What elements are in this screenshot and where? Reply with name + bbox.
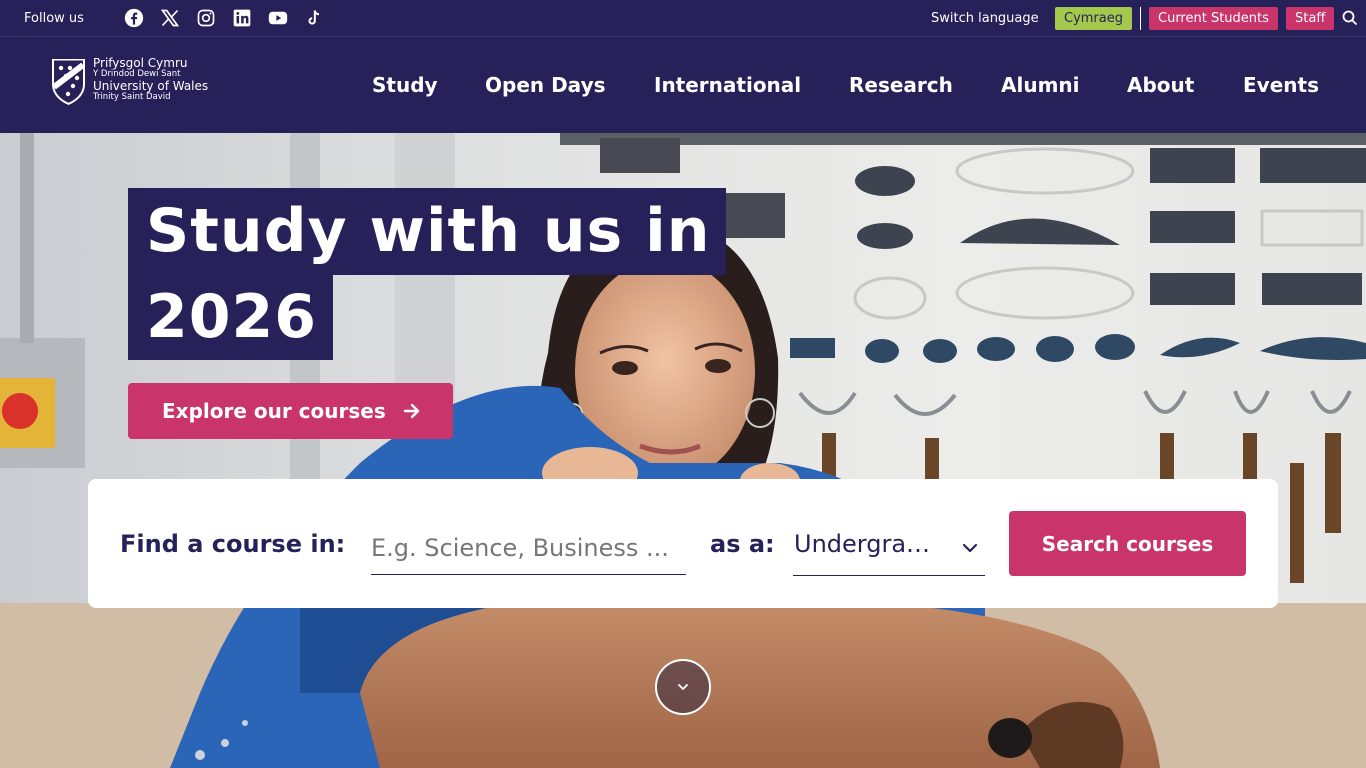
cymraeg-button[interactable]: Cymraeg — [1055, 7, 1132, 30]
chevron-down-icon — [962, 543, 978, 553]
search-courses-button[interactable]: Search courses — [1009, 511, 1246, 576]
current-students-button[interactable]: Current Students — [1149, 7, 1278, 30]
hero-headline-line1: Study with us in — [128, 188, 727, 275]
as-a-label: as a: — [710, 530, 775, 558]
nav-study[interactable]: Study — [372, 73, 438, 97]
tiktok-icon[interactable] — [304, 8, 324, 28]
scroll-down-button[interactable] — [655, 659, 711, 715]
arrow-right-icon — [403, 403, 419, 419]
chevron-down-icon — [678, 684, 688, 690]
nav-research[interactable]: Research — [849, 73, 953, 97]
university-logo[interactable]: Prifysgol Cymru Y Drindod Dewi Sant Univ… — [50, 56, 209, 107]
hero-section: Study with us in 2026 Explore our course… — [0, 133, 1366, 768]
explore-courses-button[interactable]: Explore our courses — [128, 383, 453, 439]
divider — [1140, 7, 1141, 30]
nav-international[interactable]: International — [654, 73, 801, 97]
nav-alumni[interactable]: Alumni — [1001, 73, 1080, 97]
utility-bar: Follow us Switch language Cymraeg Curren… — [0, 0, 1366, 37]
youtube-icon[interactable] — [268, 8, 288, 28]
nav-open-days[interactable]: Open Days — [485, 73, 606, 97]
facebook-icon[interactable] — [124, 8, 144, 28]
follow-us-label: Follow us — [24, 11, 84, 26]
search-icon[interactable] — [1342, 10, 1358, 26]
main-header: Prifysgol Cymru Y Drindod Dewi Sant Univ… — [0, 37, 1366, 133]
course-search-input[interactable] — [371, 521, 686, 575]
switch-language-label: Switch language — [931, 11, 1039, 26]
hero-headline-line2: 2026 — [128, 275, 333, 360]
logo-english-name: University of Wales — [93, 78, 209, 93]
nav-events[interactable]: Events — [1243, 73, 1319, 97]
instagram-icon[interactable] — [196, 8, 216, 28]
staff-button[interactable]: Staff — [1286, 7, 1335, 30]
study-level-value: Undergraduate — [794, 530, 940, 558]
social-links — [124, 8, 324, 28]
x-icon[interactable] — [160, 8, 180, 28]
nav-about[interactable]: About — [1127, 73, 1194, 97]
find-course-label: Find a course in: — [120, 530, 346, 558]
course-finder: Find a course in: as a: Undergraduate Se… — [88, 479, 1278, 608]
linkedin-icon[interactable] — [232, 8, 252, 28]
logo-english-subtitle: Trinity Saint David — [93, 91, 171, 102]
explore-courses-label: Explore our courses — [162, 399, 386, 423]
crest-icon — [52, 59, 85, 105]
study-level-select[interactable]: Undergraduate — [793, 521, 985, 576]
